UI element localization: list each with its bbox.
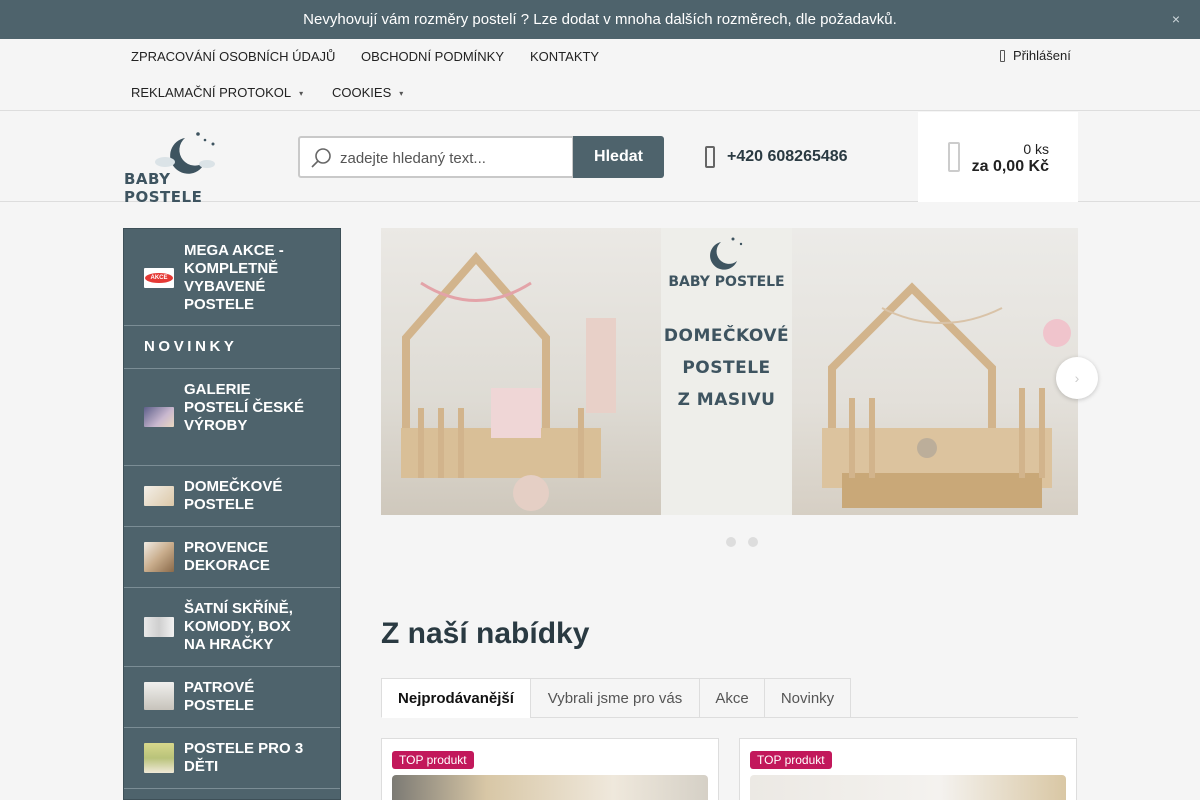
banner-photo-right [792, 228, 1078, 515]
sidebar-item-galerie[interactable]: GALERIE POSTELÍ ČESKÉ VÝROBY [124, 369, 340, 466]
category-sidebar: AKCE MEGA AKCE - KOMPLETNĚ VYBAVENÉ POST… [123, 228, 341, 800]
sidebar-item-label: NOVINKY [144, 338, 238, 355]
logo[interactable]: BABY POSTELE [123, 124, 248, 206]
slider-dot-1[interactable] [726, 537, 736, 547]
sidebar-item-3-deti[interactable]: POSTELE PRO 3 DĚTI [124, 728, 340, 789]
nav-link-cookies[interactable]: COOKIES ▾ [332, 85, 403, 100]
nav-link-complaint[interactable]: REKLAMAČNÍ PROTOKOL ▾ [131, 85, 303, 100]
tab-sale[interactable]: Akce [699, 678, 765, 718]
gallery-photo [144, 407, 174, 427]
sidebar-item-label: MEGA AKCE - KOMPLETNĚ VYBAVENÉ POSTELE [184, 242, 284, 313]
search-icon [311, 148, 331, 168]
login-link[interactable]: Přihlášení [1000, 48, 1071, 63]
banner-line-1: DOMEČKOVÉ [663, 326, 790, 346]
decor-photo [144, 542, 174, 572]
login-label: Přihlášení [1013, 48, 1071, 63]
product-image[interactable] [750, 775, 1066, 800]
logo-text: BABY POSTELE [124, 170, 203, 206]
phone-contact[interactable]: +420 608265486 [705, 146, 848, 168]
product-card[interactable]: TOP produkt [739, 738, 1077, 800]
top-product-badge: TOP produkt [392, 751, 474, 769]
sidebar-item-label: ŠATNÍ SKŘÍNĚ, KOMODY, BOX NA HRAČKY [184, 600, 293, 653]
lock-icon [1000, 49, 1005, 62]
section-title: Z naší nabídky [381, 617, 590, 650]
sidebar-item-label: POSTELE PRO 3 DĚTI [184, 740, 304, 775]
sidebar-item-novinky[interactable]: NOVINKY [124, 326, 340, 369]
phone-icon [705, 146, 715, 168]
sidebar-item-label: DOMEČKOVÉ POSTELE [184, 478, 283, 513]
sidebar-item-provence[interactable]: PROVENCE DEKORACE [124, 527, 340, 588]
chevron-down-icon: ▾ [399, 89, 404, 99]
tab-bestsellers[interactable]: Nejprodávanější [381, 678, 531, 718]
nav-link-contacts[interactable]: KONTAKTY [530, 49, 599, 64]
hero-banner[interactable]: BABY POSTELE DOMEČKOVÉ POSTELE Z MASIVU [381, 228, 1078, 515]
slider-dot-2[interactable] [748, 537, 758, 547]
announcement-bar: Nevyhovují vám rozměry postelí ? Lze dod… [0, 0, 1200, 39]
top-navigation: ZPRACOVÁNÍ OSOBNÍCH ÚDAJŮ OBCHODNÍ PODMÍ… [0, 39, 1200, 111]
cart-total: za 0,00 Kč [971, 158, 1049, 175]
sidebar-item-patrove[interactable]: PATROVÉ POSTELE [124, 667, 340, 728]
site-header: BABY POSTELE Hledat +420 608265486 0 ks … [0, 112, 1200, 206]
sidebar-item-label: GALERIE POSTELÍ ČESKÉ VÝROBY [184, 381, 305, 434]
bunk-bed-photo [144, 682, 174, 710]
announcement-text: Nevyhovují vám rozměry postelí ? Lze dod… [303, 11, 897, 28]
sidebar-item-mega-akce[interactable]: AKCE MEGA AKCE - KOMPLETNĚ VYBAVENÉ POST… [124, 229, 340, 326]
wardrobe-photo [144, 617, 174, 637]
tab-new[interactable]: Novinky [764, 678, 851, 718]
top-product-badge: TOP produkt [750, 751, 832, 769]
akce-badge-text: AKCE [145, 273, 173, 283]
triple-bed-photo [144, 743, 174, 773]
sidebar-item-label: PATROVÉ POSTELE [184, 679, 255, 714]
house-bed-illustration [401, 251, 616, 511]
product-card[interactable]: TOP produkt [381, 738, 719, 800]
sidebar-item-skrine[interactable]: ŠATNÍ SKŘÍNĚ, KOMODY, BOX NA HRAČKY [124, 588, 340, 667]
chevron-down-icon: ▾ [299, 89, 304, 99]
banner-photo-left [381, 228, 661, 515]
tab-recommended[interactable]: Vybrali jsme pro vás [530, 678, 700, 718]
nav-link-cookies-label: COOKIES [332, 85, 392, 100]
close-icon[interactable]: × [1172, 11, 1180, 27]
house-bed-photo [144, 486, 174, 506]
product-image[interactable] [392, 775, 708, 800]
phone-number: +420 608265486 [727, 148, 848, 165]
search-input[interactable] [340, 146, 566, 170]
search-form: Hledat [298, 136, 664, 178]
search-button[interactable]: Hledat [573, 136, 664, 178]
banner-headline: DOMEČKOVÉ POSTELE Z MASIVU [661, 320, 792, 416]
banner-line-3: Z MASIVU [677, 390, 776, 410]
sidebar-item-domeckove[interactable]: DOMEČKOVÉ POSTELE [124, 466, 340, 527]
house-bed-illustration [822, 282, 1071, 508]
search-box [298, 136, 574, 178]
nav-link-privacy[interactable]: ZPRACOVÁNÍ OSOBNÍCH ÚDAJŮ [131, 49, 335, 64]
cart-button[interactable]: 0 ks za 0,00 Kč [918, 112, 1078, 202]
akce-badge-icon: AKCE [144, 268, 174, 288]
banner-line-2: POSTELE [682, 358, 771, 378]
nav-link-terms[interactable]: OBCHODNÍ PODMÍNKY [361, 49, 504, 64]
offer-tabs: Nejprodávanější Vybrali jsme pro vás Akc… [381, 678, 1078, 718]
cart-count: 0 ks [1023, 141, 1049, 157]
sidebar-item-label: PROVENCE DEKORACE [184, 539, 270, 574]
banner-brand: BABY POSTELE [668, 274, 785, 290]
nav-link-complaint-label: REKLAMAČNÍ PROTOKOL [131, 85, 292, 100]
cart-icon [948, 142, 960, 172]
slider-next-button[interactable]: › [1056, 357, 1098, 399]
